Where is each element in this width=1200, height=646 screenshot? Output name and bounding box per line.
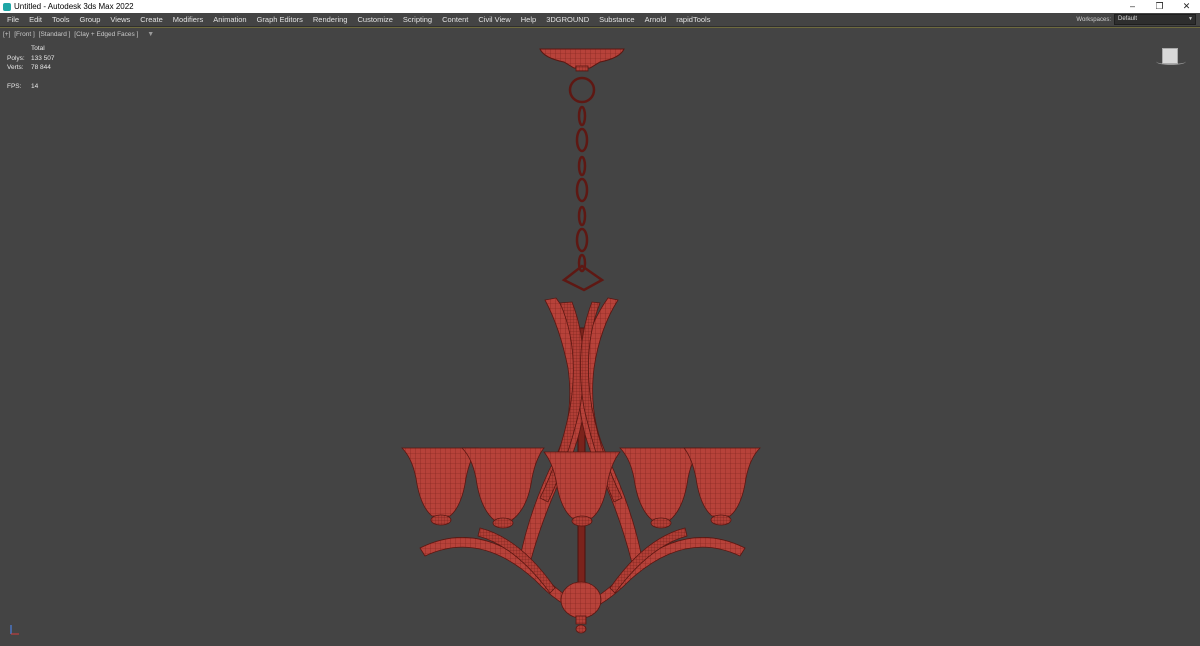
chandelier-model[interactable] <box>0 28 1200 646</box>
workspaces-label: Workspaces: <box>1076 16 1111 23</box>
menu-file[interactable]: File <box>2 13 24 26</box>
menu-help[interactable]: Help <box>516 13 541 26</box>
menu-rendering[interactable]: Rendering <box>308 13 353 26</box>
chandelier-canopy <box>539 48 625 72</box>
menu-bar: File Edit Tools Group Views Create Modif… <box>0 13 1200 27</box>
menu-arnold[interactable]: Arnold <box>640 13 672 26</box>
workspaces-selector: Workspaces: Default ▼ <box>1076 14 1196 25</box>
menu-tools[interactable]: Tools <box>47 13 75 26</box>
restore-button[interactable]: ❐ <box>1146 0 1173 13</box>
menu-content[interactable]: Content <box>437 13 473 26</box>
viewport-front[interactable]: [+] [Front ] [Standard ] [Clay + Edged F… <box>0 27 1200 645</box>
menu-substance[interactable]: Substance <box>594 13 639 26</box>
workspaces-value: Default <box>1118 16 1138 22</box>
app-logo-icon <box>3 2 11 11</box>
menu-group[interactable]: Group <box>75 13 106 26</box>
chandelier-shades <box>401 447 761 529</box>
workspaces-dropdown[interactable]: Default ▼ <box>1114 14 1196 25</box>
minimize-button[interactable]: – <box>1119 0 1146 13</box>
close-button[interactable]: ✕ <box>1173 0 1200 13</box>
window-title: Untitled - Autodesk 3ds Max 2022 <box>14 2 134 11</box>
chandelier-bottom-finial <box>560 581 602 634</box>
axis-tripod-icon <box>10 625 19 635</box>
menu-civil-view[interactable]: Civil View <box>473 13 515 26</box>
menu-edit[interactable]: Edit <box>24 13 47 26</box>
menu-rapidtools[interactable]: rapidTools <box>671 13 715 26</box>
menu-modifiers[interactable]: Modifiers <box>168 13 208 26</box>
title-bar: Untitled - Autodesk 3ds Max 2022 – ❐ ✕ <box>0 0 1200 13</box>
chandelier-chain <box>561 76 605 292</box>
menu-create[interactable]: Create <box>135 13 168 26</box>
menu-customize[interactable]: Customize <box>352 13 397 26</box>
menu-views[interactable]: Views <box>105 13 135 26</box>
chevron-down-icon: ▼ <box>1188 16 1193 22</box>
menu-animation[interactable]: Animation <box>208 13 251 26</box>
menu-graph-editors[interactable]: Graph Editors <box>252 13 308 26</box>
menu-scripting[interactable]: Scripting <box>398 13 437 26</box>
menu-items: File Edit Tools Group Views Create Modif… <box>0 13 1076 26</box>
menu-3dground[interactable]: 3DGROUND <box>541 13 594 26</box>
